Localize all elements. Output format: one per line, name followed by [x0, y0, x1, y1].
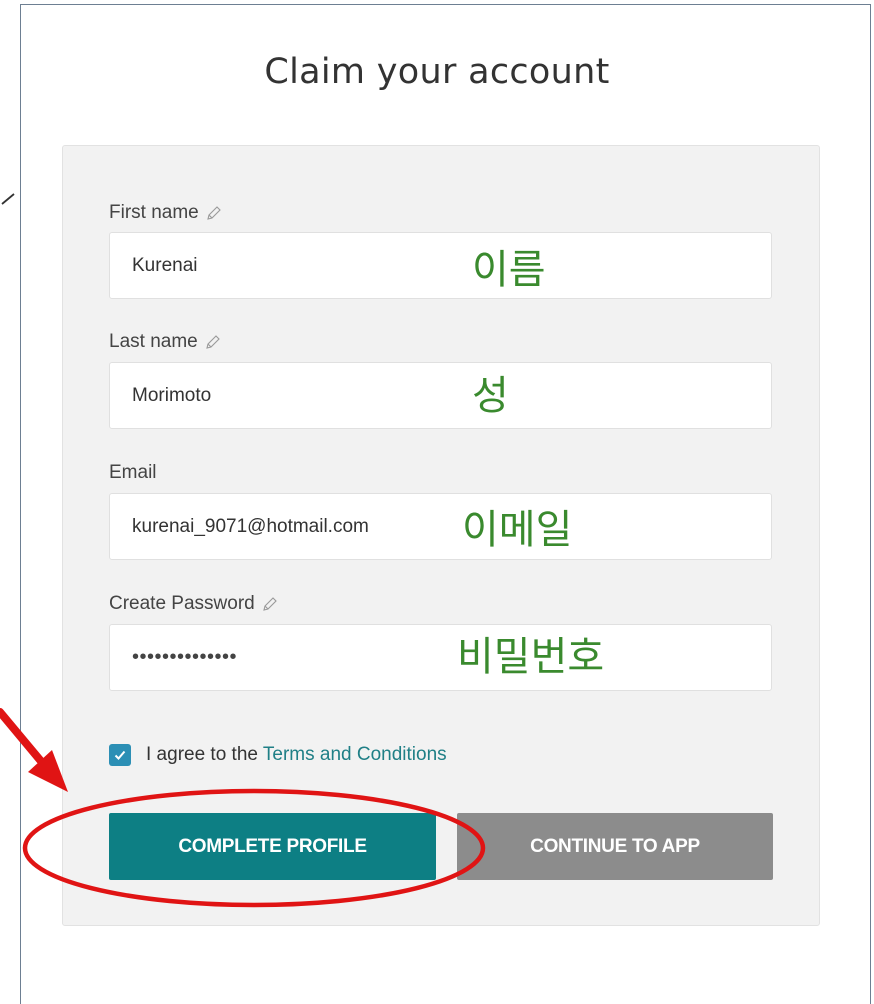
last-name-label-text: Last name: [109, 331, 198, 352]
pencil-icon[interactable]: [206, 205, 222, 221]
check-icon: [114, 750, 126, 760]
password-annotation: 비밀번호: [457, 634, 605, 680]
terms-link[interactable]: Terms and Conditions: [263, 744, 447, 765]
last-name-annotation: 성: [472, 373, 509, 419]
terms-prefix: I agree to the: [146, 744, 263, 765]
password-value: ••••••••••••••: [132, 646, 238, 668]
first-name-label: First name: [109, 202, 222, 224]
email-input[interactable]: kurenai_9071@hotmail.com: [109, 493, 772, 560]
last-name-value: Morimoto: [132, 384, 212, 406]
pencil-icon[interactable]: [262, 596, 278, 612]
terms-text: I agree to the Terms and Conditions: [146, 744, 447, 766]
email-label: Email: [109, 462, 157, 484]
password-input[interactable]: ••••••••••••••: [109, 624, 772, 691]
last-name-label: Last name: [109, 331, 221, 353]
last-name-input[interactable]: Morimoto: [109, 362, 772, 429]
first-name-annotation: 이름: [472, 247, 546, 293]
chevron-icon: [1, 193, 15, 205]
continue-to-app-button[interactable]: CONTINUE TO APP: [457, 813, 773, 880]
terms-checkbox[interactable]: [109, 744, 131, 766]
email-annotation: 이메일: [462, 507, 573, 553]
pencil-icon[interactable]: [205, 334, 221, 350]
page-title: Claim your account: [264, 52, 610, 92]
email-label-text: Email: [109, 462, 157, 483]
password-label-text: Create Password: [109, 593, 255, 614]
first-name-value: Kurenai: [132, 254, 198, 276]
first-name-label-text: First name: [109, 202, 199, 223]
first-name-input[interactable]: Kurenai: [109, 232, 772, 299]
complete-profile-button[interactable]: COMPLETE PROFILE: [109, 813, 436, 880]
email-value: kurenai_9071@hotmail.com: [132, 515, 369, 537]
password-label: Create Password: [109, 593, 278, 615]
